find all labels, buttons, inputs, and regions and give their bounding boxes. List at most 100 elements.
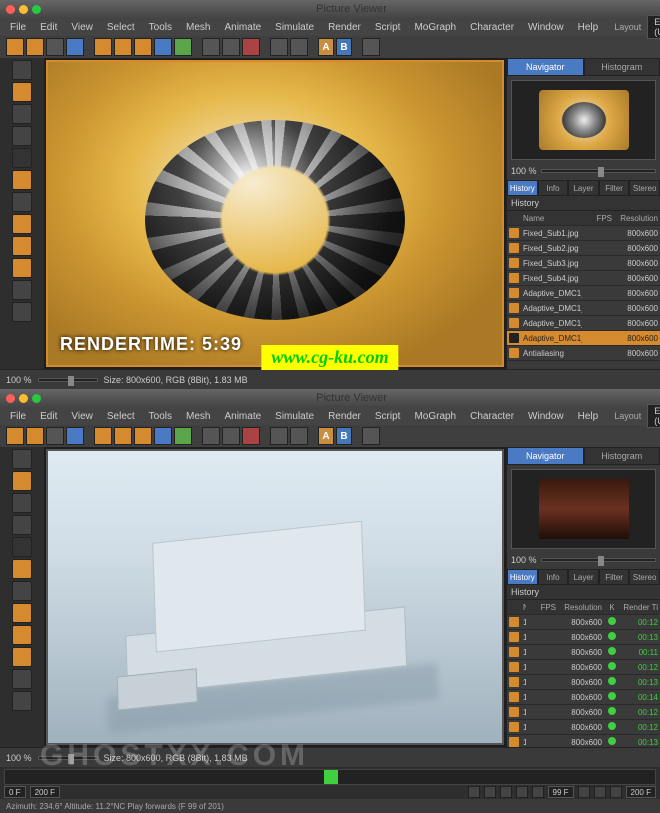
history-row[interactable]: Adaptive_DMC1_1.jpg800x600: [507, 286, 660, 301]
tool-icon[interactable]: [12, 625, 32, 645]
tb-icon[interactable]: [114, 38, 132, 56]
tb-icon[interactable]: [94, 427, 112, 445]
tb-icon[interactable]: [362, 427, 380, 445]
menu-window[interactable]: Window: [524, 22, 568, 33]
menu-mograph[interactable]: MoGraph: [410, 411, 460, 422]
play-start-icon[interactable]: [468, 786, 480, 798]
tb-icon[interactable]: [46, 427, 64, 445]
tool-icon[interactable]: [12, 493, 32, 513]
history-row[interactable]: 191800x60000:14: [507, 690, 660, 705]
menu-edit[interactable]: Edit: [36, 22, 61, 33]
tool-icon[interactable]: [12, 82, 32, 102]
menu-file[interactable]: File: [6, 22, 30, 33]
menu-simulate[interactable]: Simulate: [271, 411, 318, 422]
menu-mesh[interactable]: Mesh: [182, 22, 214, 33]
history-row[interactable]: Fixed_Sub1.jpg800x600: [507, 226, 660, 241]
history-row[interactable]: Fixed_Sub3.jpg800x600: [507, 256, 660, 271]
play-icon[interactable]: [500, 786, 512, 798]
tb-icon[interactable]: [174, 427, 192, 445]
minimize-icon[interactable]: [19, 5, 28, 14]
layout-select[interactable]: ENVY (User): [647, 15, 660, 39]
menu-render[interactable]: Render: [324, 22, 365, 33]
tab-histogram[interactable]: Histogram: [584, 447, 660, 465]
tool-icon[interactable]: [12, 104, 32, 124]
history-row[interactable]: Fixed_Sub2.jpg800x600: [507, 241, 660, 256]
menu-help[interactable]: Help: [574, 22, 603, 33]
history-row[interactable]: Adaptive_DMC1_2.jpg800x600: [507, 301, 660, 316]
menu-script[interactable]: Script: [371, 22, 405, 33]
menu-view[interactable]: View: [67, 22, 97, 33]
menu-simulate[interactable]: Simulate: [271, 22, 318, 33]
tb-icon[interactable]: [174, 38, 192, 56]
history-row[interactable]: Antialiasing800x600: [507, 346, 660, 361]
menu-tools[interactable]: Tools: [145, 22, 176, 33]
tool-icon[interactable]: [12, 581, 32, 601]
tb-icon[interactable]: [6, 38, 24, 56]
tl-start[interactable]: 0 F: [4, 786, 26, 798]
tool-icon[interactable]: [12, 537, 32, 557]
menu-window[interactable]: Window: [524, 411, 568, 422]
tool-icon[interactable]: [12, 603, 32, 623]
menu-mesh[interactable]: Mesh: [182, 411, 214, 422]
tab-histogram[interactable]: Histogram: [584, 58, 660, 76]
menu-select[interactable]: Select: [103, 411, 139, 422]
subtab-filter[interactable]: Filter: [599, 569, 630, 585]
history-row[interactable]: 187800x60000:13: [507, 630, 660, 645]
tool-icon[interactable]: [12, 471, 32, 491]
menu-character[interactable]: Character: [466, 22, 518, 33]
history-row[interactable]: 188800x60000:11: [507, 645, 660, 660]
layout-select[interactable]: ENVY (User): [647, 404, 660, 428]
subtab-info[interactable]: Info: [538, 569, 569, 585]
tool-icon[interactable]: [12, 302, 32, 322]
tb-icon[interactable]: [242, 427, 260, 445]
close-icon[interactable]: [6, 394, 15, 403]
timeline-cursor[interactable]: [324, 770, 338, 784]
tool-icon[interactable]: [12, 258, 32, 278]
zoom-icon[interactable]: [32, 5, 41, 14]
play-end-icon[interactable]: [532, 786, 544, 798]
tab-navigator[interactable]: Navigator: [507, 447, 584, 465]
tool-icon[interactable]: [12, 280, 32, 300]
key-icon[interactable]: [610, 786, 622, 798]
tb-icon[interactable]: [242, 38, 260, 56]
tb-icon[interactable]: [202, 427, 220, 445]
tl-end[interactable]: 200 F: [30, 786, 60, 798]
compare-b-button[interactable]: B: [336, 38, 352, 56]
tb-icon[interactable]: [154, 38, 172, 56]
history-row[interactable]: 193800x60000:12: [507, 720, 660, 735]
render-view[interactable]: [46, 449, 504, 745]
menu-animate[interactable]: Animate: [220, 22, 265, 33]
tb-icon[interactable]: [270, 427, 288, 445]
menu-select[interactable]: Select: [103, 22, 139, 33]
subtab-history[interactable]: History: [507, 180, 538, 196]
menu-tools[interactable]: Tools: [145, 411, 176, 422]
tab-navigator[interactable]: Navigator: [507, 58, 584, 76]
tb-icon[interactable]: [94, 38, 112, 56]
history-row[interactable]: 194800x60000:13: [507, 735, 660, 747]
menu-character[interactable]: Character: [466, 411, 518, 422]
tb-icon[interactable]: [222, 427, 240, 445]
subtab-history[interactable]: History: [507, 569, 538, 585]
tb-icon[interactable]: [154, 427, 172, 445]
zoom-slider[interactable]: [541, 169, 656, 173]
tool-icon[interactable]: [12, 515, 32, 535]
tb-icon[interactable]: [290, 427, 308, 445]
subtab-filter[interactable]: Filter: [599, 180, 630, 196]
subtab-info[interactable]: Info: [538, 180, 569, 196]
tl-range-end[interactable]: 200 F: [626, 786, 656, 798]
navigator-thumbnail[interactable]: [511, 469, 656, 549]
subtab-layer[interactable]: Layer: [568, 180, 599, 196]
menu-mograph[interactable]: MoGraph: [410, 22, 460, 33]
subtab-layer[interactable]: Layer: [568, 569, 599, 585]
tb-icon[interactable]: [26, 38, 44, 56]
tb-icon[interactable]: [270, 38, 288, 56]
tool-icon[interactable]: [12, 192, 32, 212]
tb-icon[interactable]: [26, 427, 44, 445]
tool-icon[interactable]: [12, 236, 32, 256]
tool-icon[interactable]: [12, 647, 32, 667]
render-view[interactable]: RENDERTIME: 5:39: [46, 60, 504, 367]
history-row[interactable]: Adaptive_DMC1_4.jpg800x600: [507, 316, 660, 331]
history-row[interactable]: Fixed_Sub4.jpg800x600: [507, 271, 660, 286]
history-row[interactable]: Adaptive_DMC1_8.jpg800x600: [507, 331, 660, 346]
menu-render[interactable]: Render: [324, 411, 365, 422]
